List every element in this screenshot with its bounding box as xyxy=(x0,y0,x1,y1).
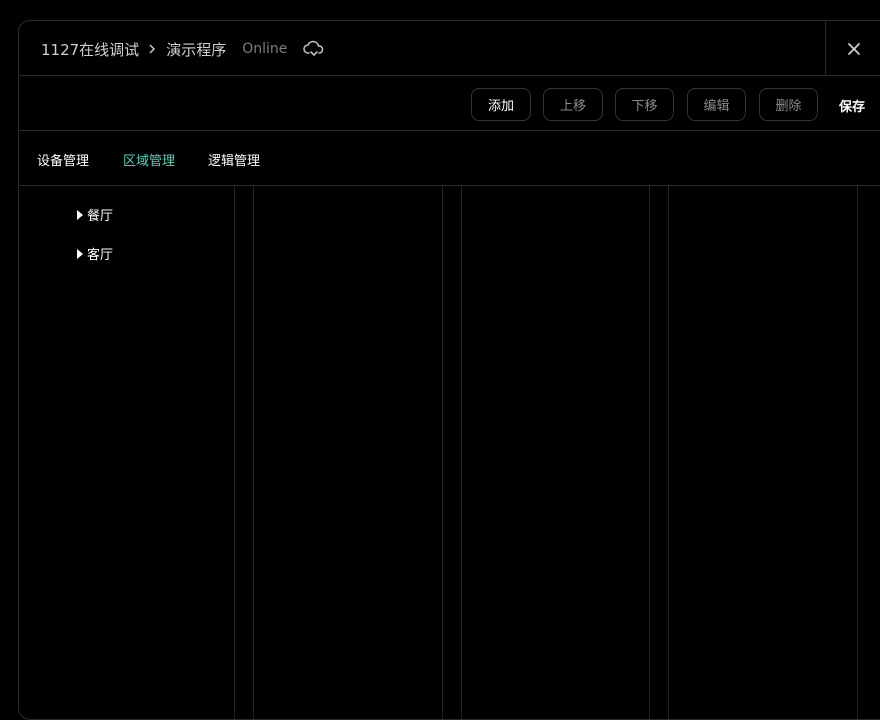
tab-bar: 设备管理 区域管理 逻辑管理 xyxy=(19,131,880,186)
close-button[interactable] xyxy=(825,21,880,76)
close-icon xyxy=(847,42,860,55)
area-management-dialog: 1127在线调试 演示程序 Online 添加 上移 下移 编辑 删除 保存 设… xyxy=(18,20,880,720)
tab-logic-management[interactable]: 逻辑管理 xyxy=(208,150,260,169)
toolbar: 添加 上移 下移 编辑 删除 保存 xyxy=(19,76,880,131)
tree-item-living-room[interactable]: 客厅 xyxy=(77,244,113,263)
column-divider xyxy=(649,186,650,719)
move-up-button[interactable]: 上移 xyxy=(543,88,603,121)
column-divider xyxy=(442,186,443,719)
cloud-sync-icon[interactable] xyxy=(303,40,325,58)
chevron-right-icon xyxy=(149,44,156,54)
column-divider xyxy=(253,186,254,719)
column-divider xyxy=(668,186,669,719)
caret-right-icon[interactable] xyxy=(77,248,83,259)
edit-button[interactable]: 编辑 xyxy=(687,88,746,121)
status-text: Online xyxy=(242,41,288,57)
tab-area-management[interactable]: 区域管理 xyxy=(123,150,175,169)
breadcrumb-project[interactable]: 1127在线调试 xyxy=(41,39,139,60)
column-divider xyxy=(461,186,462,719)
column-divider xyxy=(234,186,235,719)
column-divider xyxy=(857,186,858,719)
tab-device-management[interactable]: 设备管理 xyxy=(37,150,89,169)
caret-right-icon[interactable] xyxy=(77,209,83,220)
tree-item-label: 餐厅 xyxy=(87,209,114,224)
tree-item-label: 客厅 xyxy=(87,248,114,263)
add-button[interactable]: 添加 xyxy=(471,88,531,121)
breadcrumb: 1127在线调试 演示程序 Online xyxy=(41,39,325,59)
move-down-button[interactable]: 下移 xyxy=(615,88,674,121)
save-button[interactable]: 保存 xyxy=(839,96,865,115)
dialog-header: 1127在线调试 演示程序 Online xyxy=(19,21,880,76)
tree-item-dining-room[interactable]: 餐厅 xyxy=(77,205,113,224)
content-area: 餐厅 客厅 xyxy=(19,186,880,719)
breadcrumb-program: 演示程序 xyxy=(166,40,227,59)
delete-button[interactable]: 删除 xyxy=(759,88,818,121)
